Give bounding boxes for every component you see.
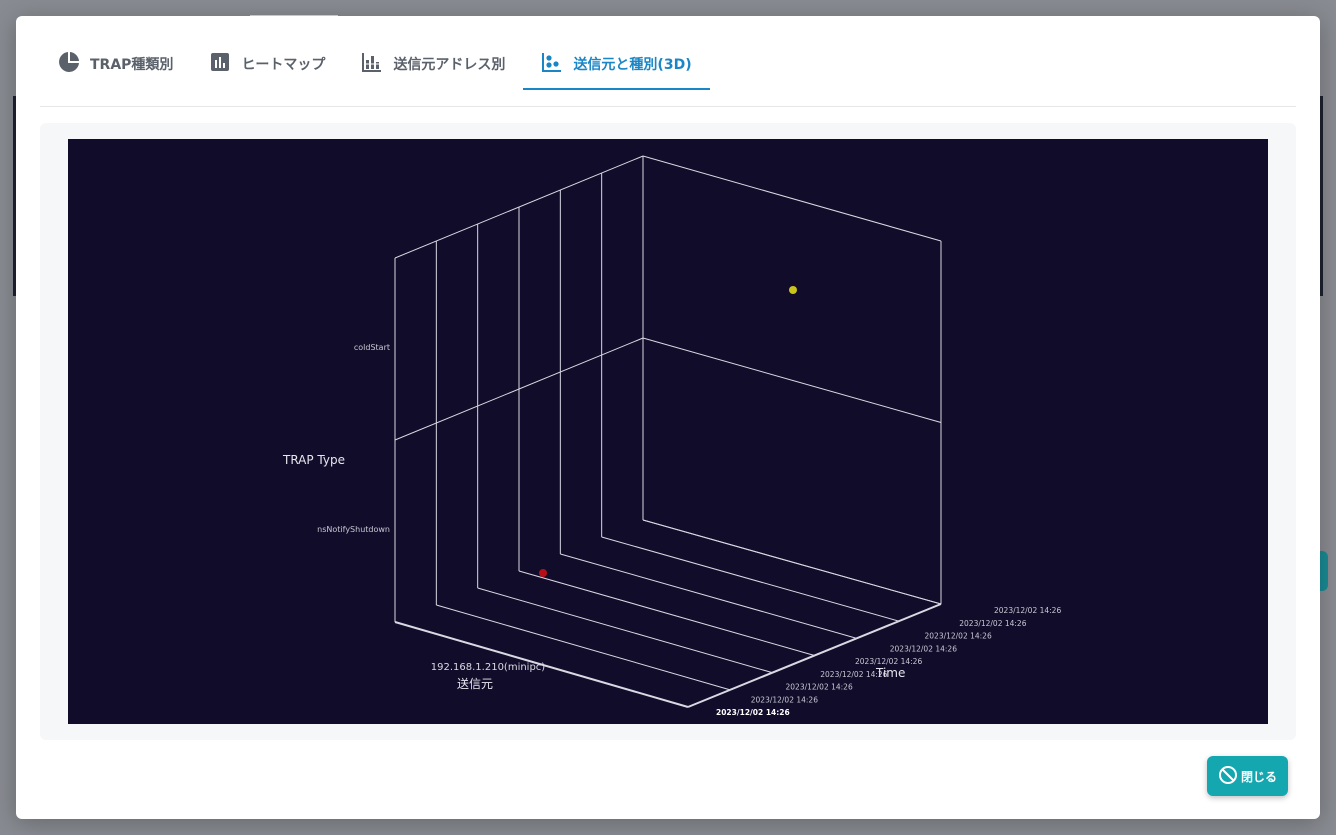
y-axis-label: TRAP Type (282, 453, 345, 467)
z-tick-label: 2023/12/02 14:26 (855, 657, 922, 666)
y-tick-label: coldStart (354, 343, 390, 352)
scatter-icon (541, 51, 563, 77)
chart-modal: TRAP種類別 ヒートマップ 送信元アドレス別 送信元と種別(3D) coldS… (16, 16, 1320, 819)
tab-label: 送信元アドレス別 (393, 57, 506, 73)
scatter-3d-chart[interactable]: coldStart nsNotifyShutdown TRAP Type 192.16… (68, 139, 1268, 724)
z-tick-label: 2023/12/02 14:26 (890, 644, 957, 653)
y-tick-label: nsNotifyShutdown (317, 525, 390, 534)
close-label: 閉じる (1240, 769, 1277, 784)
tab-sender-address[interactable]: 送信元アドレス別 (343, 38, 523, 90)
tab-heatmap[interactable]: ヒートマップ (191, 38, 343, 90)
data-point (789, 286, 797, 294)
prohibit-icon (1218, 765, 1238, 788)
tab-label: TRAP種類別 (90, 57, 174, 73)
z-tick-label: 2023/12/02 14:26 (994, 606, 1061, 615)
z-tick-label: 2023/12/02 14:26 (925, 632, 992, 641)
x-tick-label: 192.168.1.210(minipc) (431, 662, 546, 673)
bar-chart-icon (209, 51, 231, 77)
tab-label: ヒートマップ (241, 57, 326, 73)
stacked-bar-icon (361, 51, 383, 77)
tab-trap-type[interactable]: TRAP種類別 (40, 38, 191, 90)
grid-line (642, 337, 942, 423)
chart-canvas: coldStart nsNotifyShutdown TRAP Type 192.16… (282, 155, 1061, 717)
z-tick-label: 2023/12/02 14:26 (716, 708, 790, 717)
data-point (539, 569, 547, 577)
close-button[interactable]: 閉じる (1207, 756, 1288, 796)
z-tick-label: 2023/12/02 14:26 (959, 619, 1026, 628)
tab-sender-type-3d[interactable]: 送信元と種別(3D) (523, 38, 710, 90)
x-axis-label: 送信元 (457, 676, 493, 691)
z-tick-label: 2023/12/02 14:26 (751, 695, 818, 704)
tab-label: 送信元と種別(3D) (573, 57, 692, 73)
z-tick-label: 2023/12/02 14:26 (786, 683, 853, 692)
chart-container: coldStart nsNotifyShutdown TRAP Type 192.16… (40, 123, 1296, 740)
pie-chart-icon (58, 51, 80, 77)
tab-bar: TRAP種類別 ヒートマップ 送信元アドレス別 送信元と種別(3D) (40, 38, 1296, 107)
grid-line (642, 155, 942, 242)
z-axis-label: Time (875, 666, 905, 680)
